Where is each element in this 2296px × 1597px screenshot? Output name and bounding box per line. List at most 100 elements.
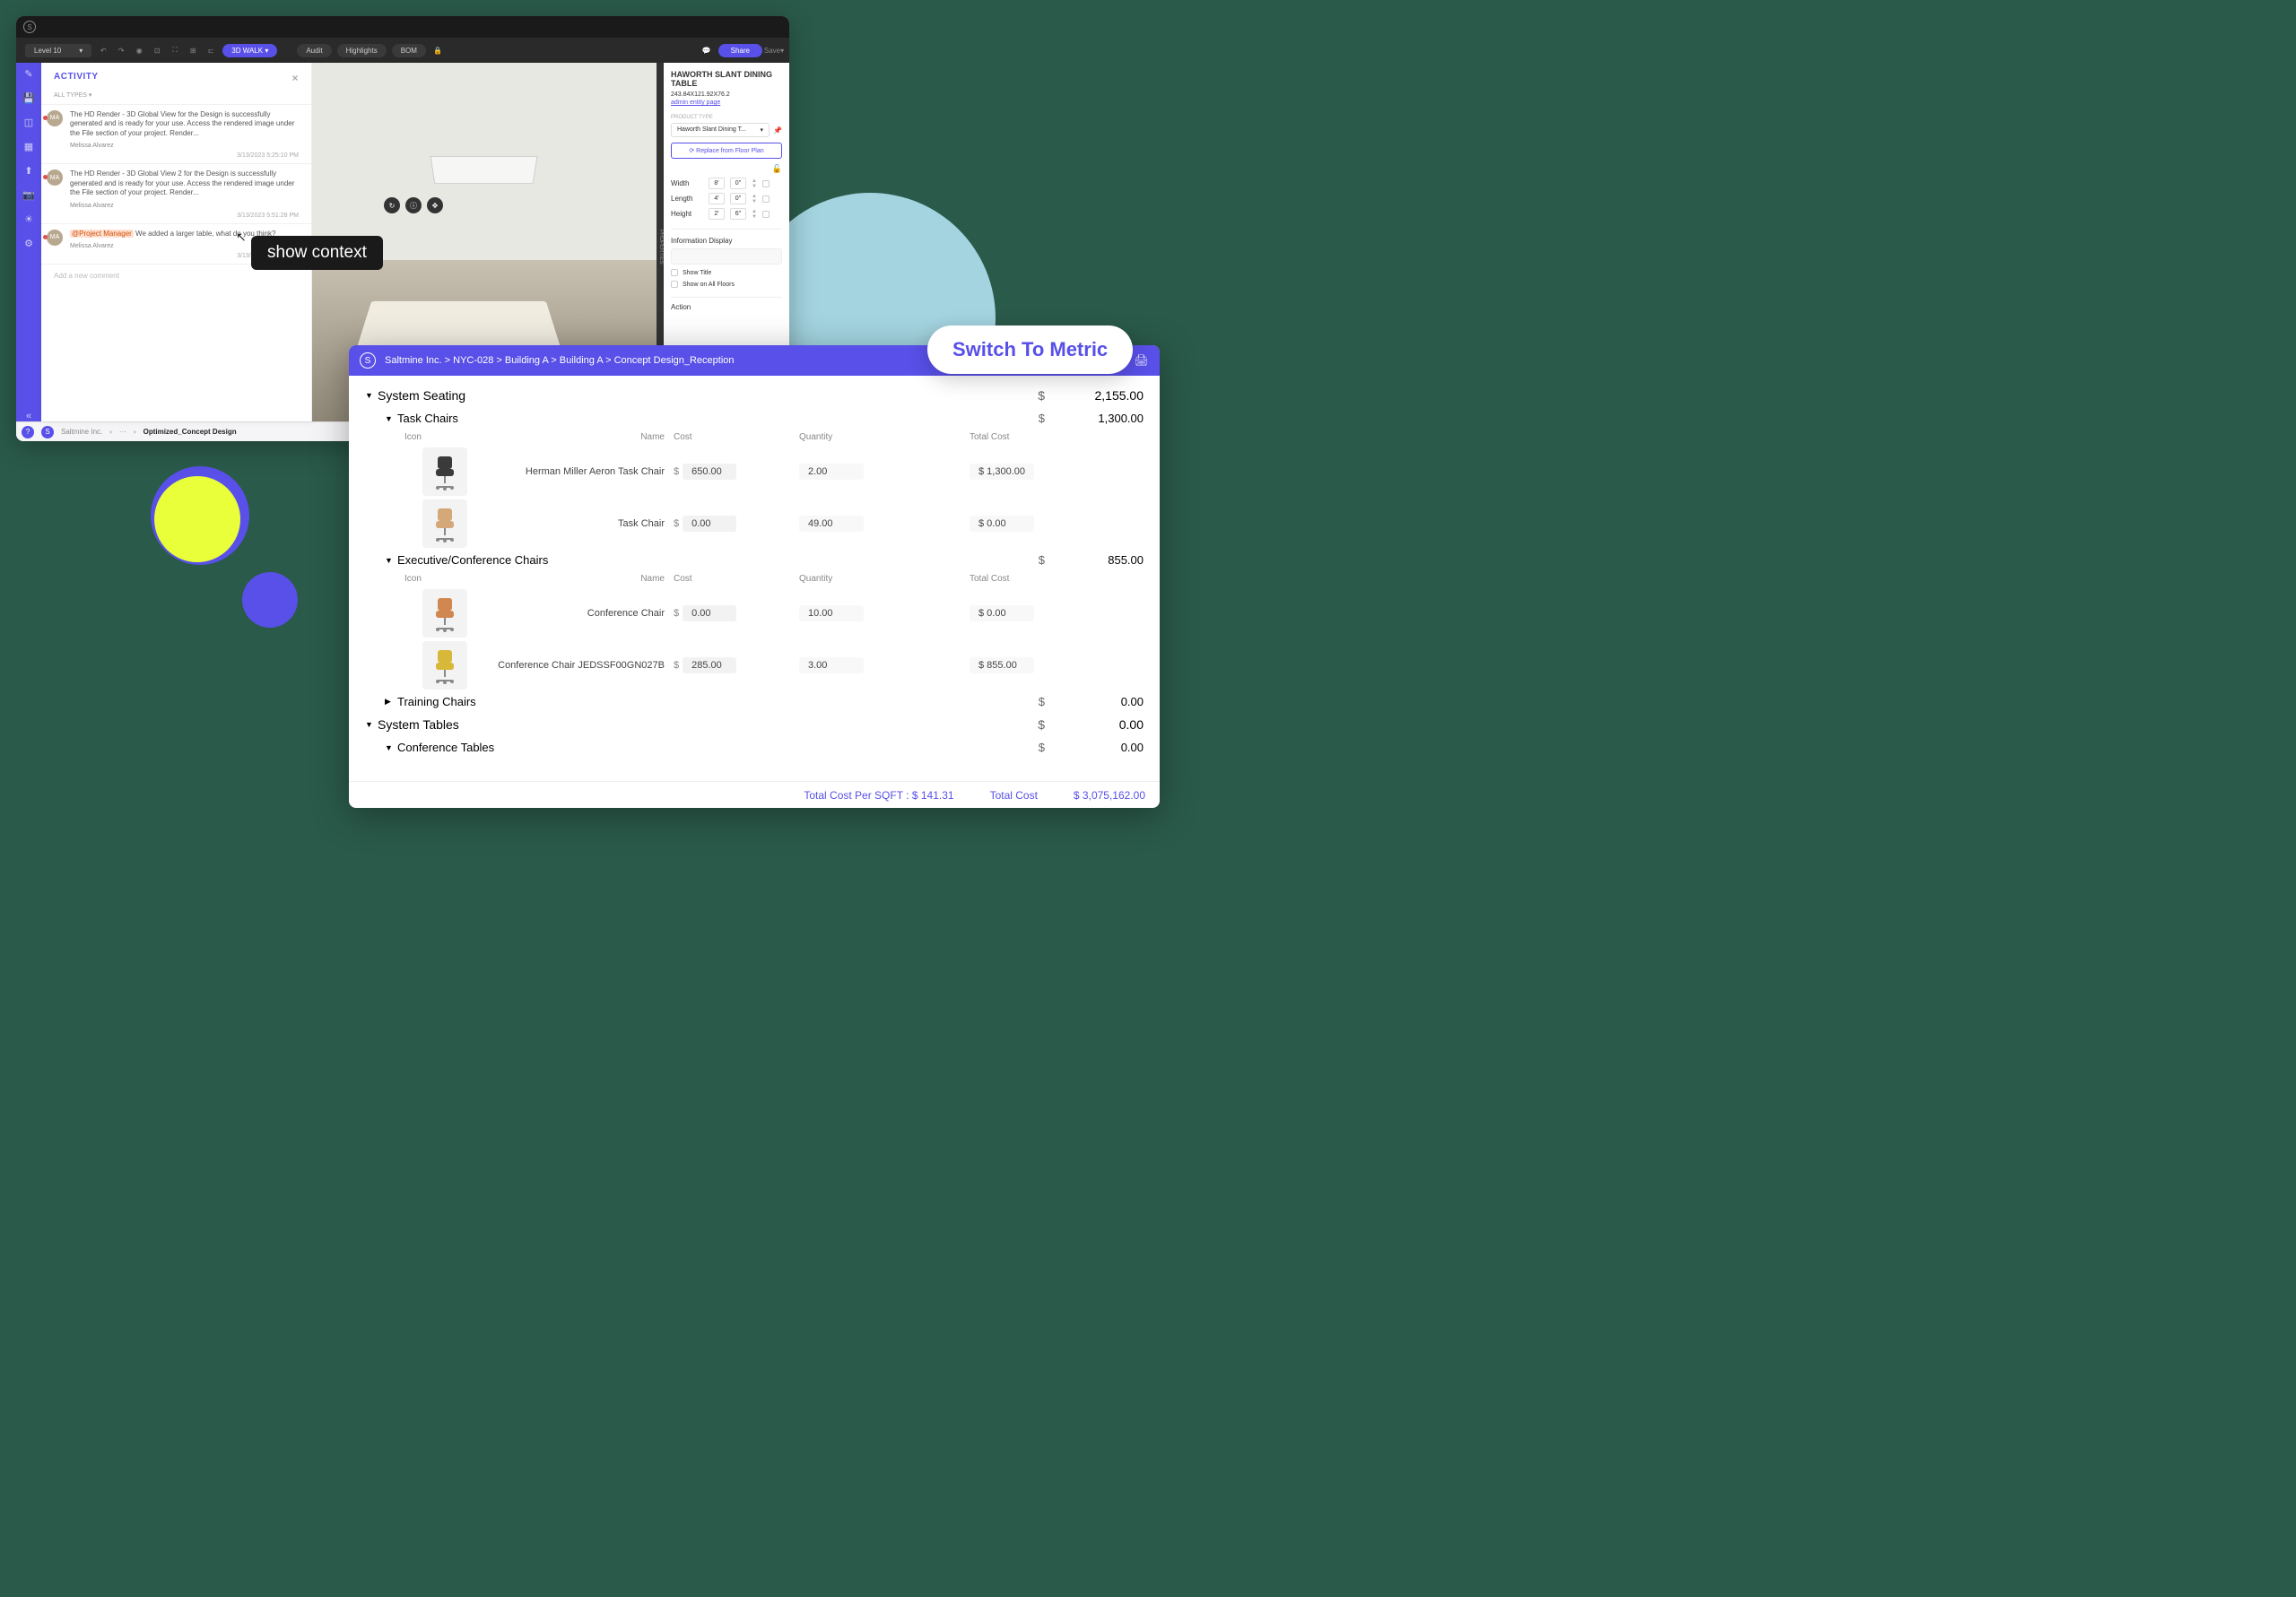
- crop-icon[interactable]: ⊏: [204, 44, 217, 56]
- cursor-icon: ↖: [236, 230, 247, 245]
- length-in-input[interactable]: 0": [730, 193, 746, 204]
- show-all-floors-checkbox[interactable]: [671, 281, 678, 288]
- print-icon[interactable]: 🖨: [1134, 353, 1149, 368]
- left-tool-rail: ✎ 💾 ◫ ▦ ⬆ 📷 ☀ ⚙ «: [16, 63, 41, 421]
- category-row[interactable]: ▼System Tables$0.00: [365, 712, 1144, 737]
- item-cost-input[interactable]: $0.00: [674, 516, 736, 532]
- chair-icon: [422, 447, 467, 496]
- org-icon[interactable]: S: [41, 426, 54, 438]
- avatar: MA: [47, 169, 63, 186]
- category-row[interactable]: ▼System Seating$2,155.00: [365, 383, 1144, 408]
- save-dropdown[interactable]: Save ▾: [768, 44, 780, 56]
- show-title-checkbox[interactable]: [671, 269, 678, 276]
- activity-item[interactable]: MA The HD Render - 3D Global View 2 for …: [41, 163, 311, 222]
- admin-entity-link[interactable]: admin entity page: [671, 100, 782, 106]
- comment-icon[interactable]: 💬: [700, 44, 713, 56]
- action-label: Action: [671, 303, 782, 311]
- view-icon[interactable]: ◉: [133, 44, 145, 56]
- length-ft-input[interactable]: 4': [709, 193, 725, 204]
- subcategory-row[interactable]: ▼Task Chairs$1,300.00: [365, 408, 1144, 429]
- bom-logo-icon: S: [360, 352, 376, 369]
- item-total: $ 855.00: [970, 657, 1034, 673]
- collapse-icon[interactable]: «: [26, 411, 31, 421]
- viewport-info-icon[interactable]: ⓘ: [405, 197, 422, 213]
- subcategory-row[interactable]: ▼Executive/Conference Chairs$855.00: [365, 550, 1144, 570]
- decorative-circle-yellow-wrap: [151, 466, 249, 565]
- item-total: $ 0.00: [970, 605, 1034, 621]
- product-title: HAWORTH SLANT DINING TABLE: [671, 70, 782, 88]
- lock-dimensions-icon[interactable]: 🔓: [671, 164, 782, 174]
- breadcrumb-org[interactable]: Saltmine Inc.: [61, 428, 102, 436]
- expand-icon[interactable]: ⛶: [169, 44, 181, 56]
- context-tooltip: show context: [251, 236, 383, 270]
- settings-icon[interactable]: ⚙: [24, 238, 33, 249]
- item-total: $ 1,300.00: [970, 464, 1034, 480]
- length-link-checkbox[interactable]: [762, 195, 770, 203]
- save-icon[interactable]: 💾: [22, 92, 35, 104]
- bom-footer: Total Cost Per SQFT : $ 141.31 Total Cos…: [349, 781, 1160, 808]
- audit-button[interactable]: Audit: [297, 44, 331, 57]
- activity-filter[interactable]: ALL TYPES ▾: [41, 91, 311, 104]
- height-in-input[interactable]: 6": [730, 208, 746, 220]
- subcategory-row[interactable]: ▼Conference Tables$0.00: [365, 737, 1144, 758]
- sun-icon[interactable]: ☀: [24, 213, 33, 225]
- item-row: Conference Chair $0.00 10.00 $ 0.00: [365, 587, 1144, 639]
- replace-button[interactable]: ⟳ Replace from Floor Plan: [671, 143, 782, 159]
- close-icon[interactable]: ×: [291, 72, 299, 84]
- camera-icon[interactable]: 📷: [22, 189, 35, 201]
- measure-icon[interactable]: ⊞: [187, 44, 199, 56]
- product-type-label: PRODUCT TYPE: [671, 115, 782, 120]
- item-cost-input[interactable]: $0.00: [674, 605, 736, 621]
- upload-icon[interactable]: ⬆: [24, 165, 32, 177]
- lock-icon[interactable]: 🔒: [431, 44, 444, 56]
- activity-item[interactable]: MA The HD Render - 3D Global View for th…: [41, 104, 311, 163]
- width-link-checkbox[interactable]: [762, 180, 770, 187]
- info-display-input[interactable]: [671, 248, 782, 265]
- item-qty-input[interactable]: 2.00: [799, 464, 864, 480]
- viewport-move-icon[interactable]: ✥: [427, 197, 443, 213]
- level-selector[interactable]: Level 10▾: [25, 44, 91, 57]
- bom-button[interactable]: BOM: [392, 44, 426, 57]
- chair-icon: [422, 499, 467, 548]
- height-ft-input[interactable]: 2': [709, 208, 725, 220]
- item-row: Conference Chair JEDSSF00GN027B $285.00 …: [365, 639, 1144, 691]
- redo-icon[interactable]: ↷: [115, 44, 127, 56]
- decorative-circle-purple: [242, 572, 298, 628]
- help-icon[interactable]: ?: [22, 426, 34, 438]
- table-header: IconNameCostQuantityTotal Cost: [365, 429, 1144, 446]
- pin-icon[interactable]: 📌: [773, 126, 782, 135]
- breadcrumb-design[interactable]: Optimized_Concept Design: [144, 428, 237, 436]
- grid-icon[interactable]: ▦: [24, 141, 33, 152]
- item-name: Herman Miller Aeron Task Chair: [485, 466, 674, 477]
- layers-icon[interactable]: ◫: [24, 117, 33, 128]
- chair-icon: [422, 641, 467, 690]
- total-cost-value: $ 3,075,162.00: [1074, 789, 1145, 802]
- viewport-rotate-icon[interactable]: ↻: [384, 197, 400, 213]
- snap-icon[interactable]: ⊡: [151, 44, 163, 56]
- activity-title: ACTIVITY: [54, 72, 99, 84]
- titlebar: S: [16, 16, 789, 38]
- pencil-icon[interactable]: ✎: [24, 68, 32, 80]
- highlights-button[interactable]: Highlights: [337, 44, 387, 57]
- item-cost-input[interactable]: $650.00: [674, 464, 736, 480]
- height-link-checkbox[interactable]: [762, 211, 770, 218]
- share-button[interactable]: Share: [718, 44, 762, 57]
- item-cost-input[interactable]: $285.00: [674, 657, 736, 673]
- width-ft-input[interactable]: 8': [709, 178, 725, 189]
- item-name: Conference Chair: [485, 608, 674, 619]
- item-total: $ 0.00: [970, 516, 1034, 532]
- item-qty-input[interactable]: 49.00: [799, 516, 864, 532]
- item-qty-input[interactable]: 3.00: [799, 657, 864, 673]
- walk-mode-button[interactable]: 3D WALK ▾: [222, 44, 277, 57]
- item-name: Task Chair: [485, 518, 674, 529]
- product-type-select[interactable]: Haworth Slant Dining T...▾: [671, 123, 770, 137]
- app-logo-icon: S: [23, 21, 36, 33]
- chair-icon: [422, 589, 467, 638]
- bom-app-window: S Saltmine Inc. > NYC-028 > Building A >…: [349, 345, 1160, 808]
- subcategory-row[interactable]: ▶Training Chairs$0.00: [365, 691, 1144, 712]
- switch-to-metric-button[interactable]: Switch To Metric: [927, 325, 1133, 374]
- undo-icon[interactable]: ↶: [97, 44, 109, 56]
- item-qty-input[interactable]: 10.00: [799, 605, 864, 621]
- width-in-input[interactable]: 0": [730, 178, 746, 189]
- item-name: Conference Chair JEDSSF00GN027B: [485, 660, 674, 671]
